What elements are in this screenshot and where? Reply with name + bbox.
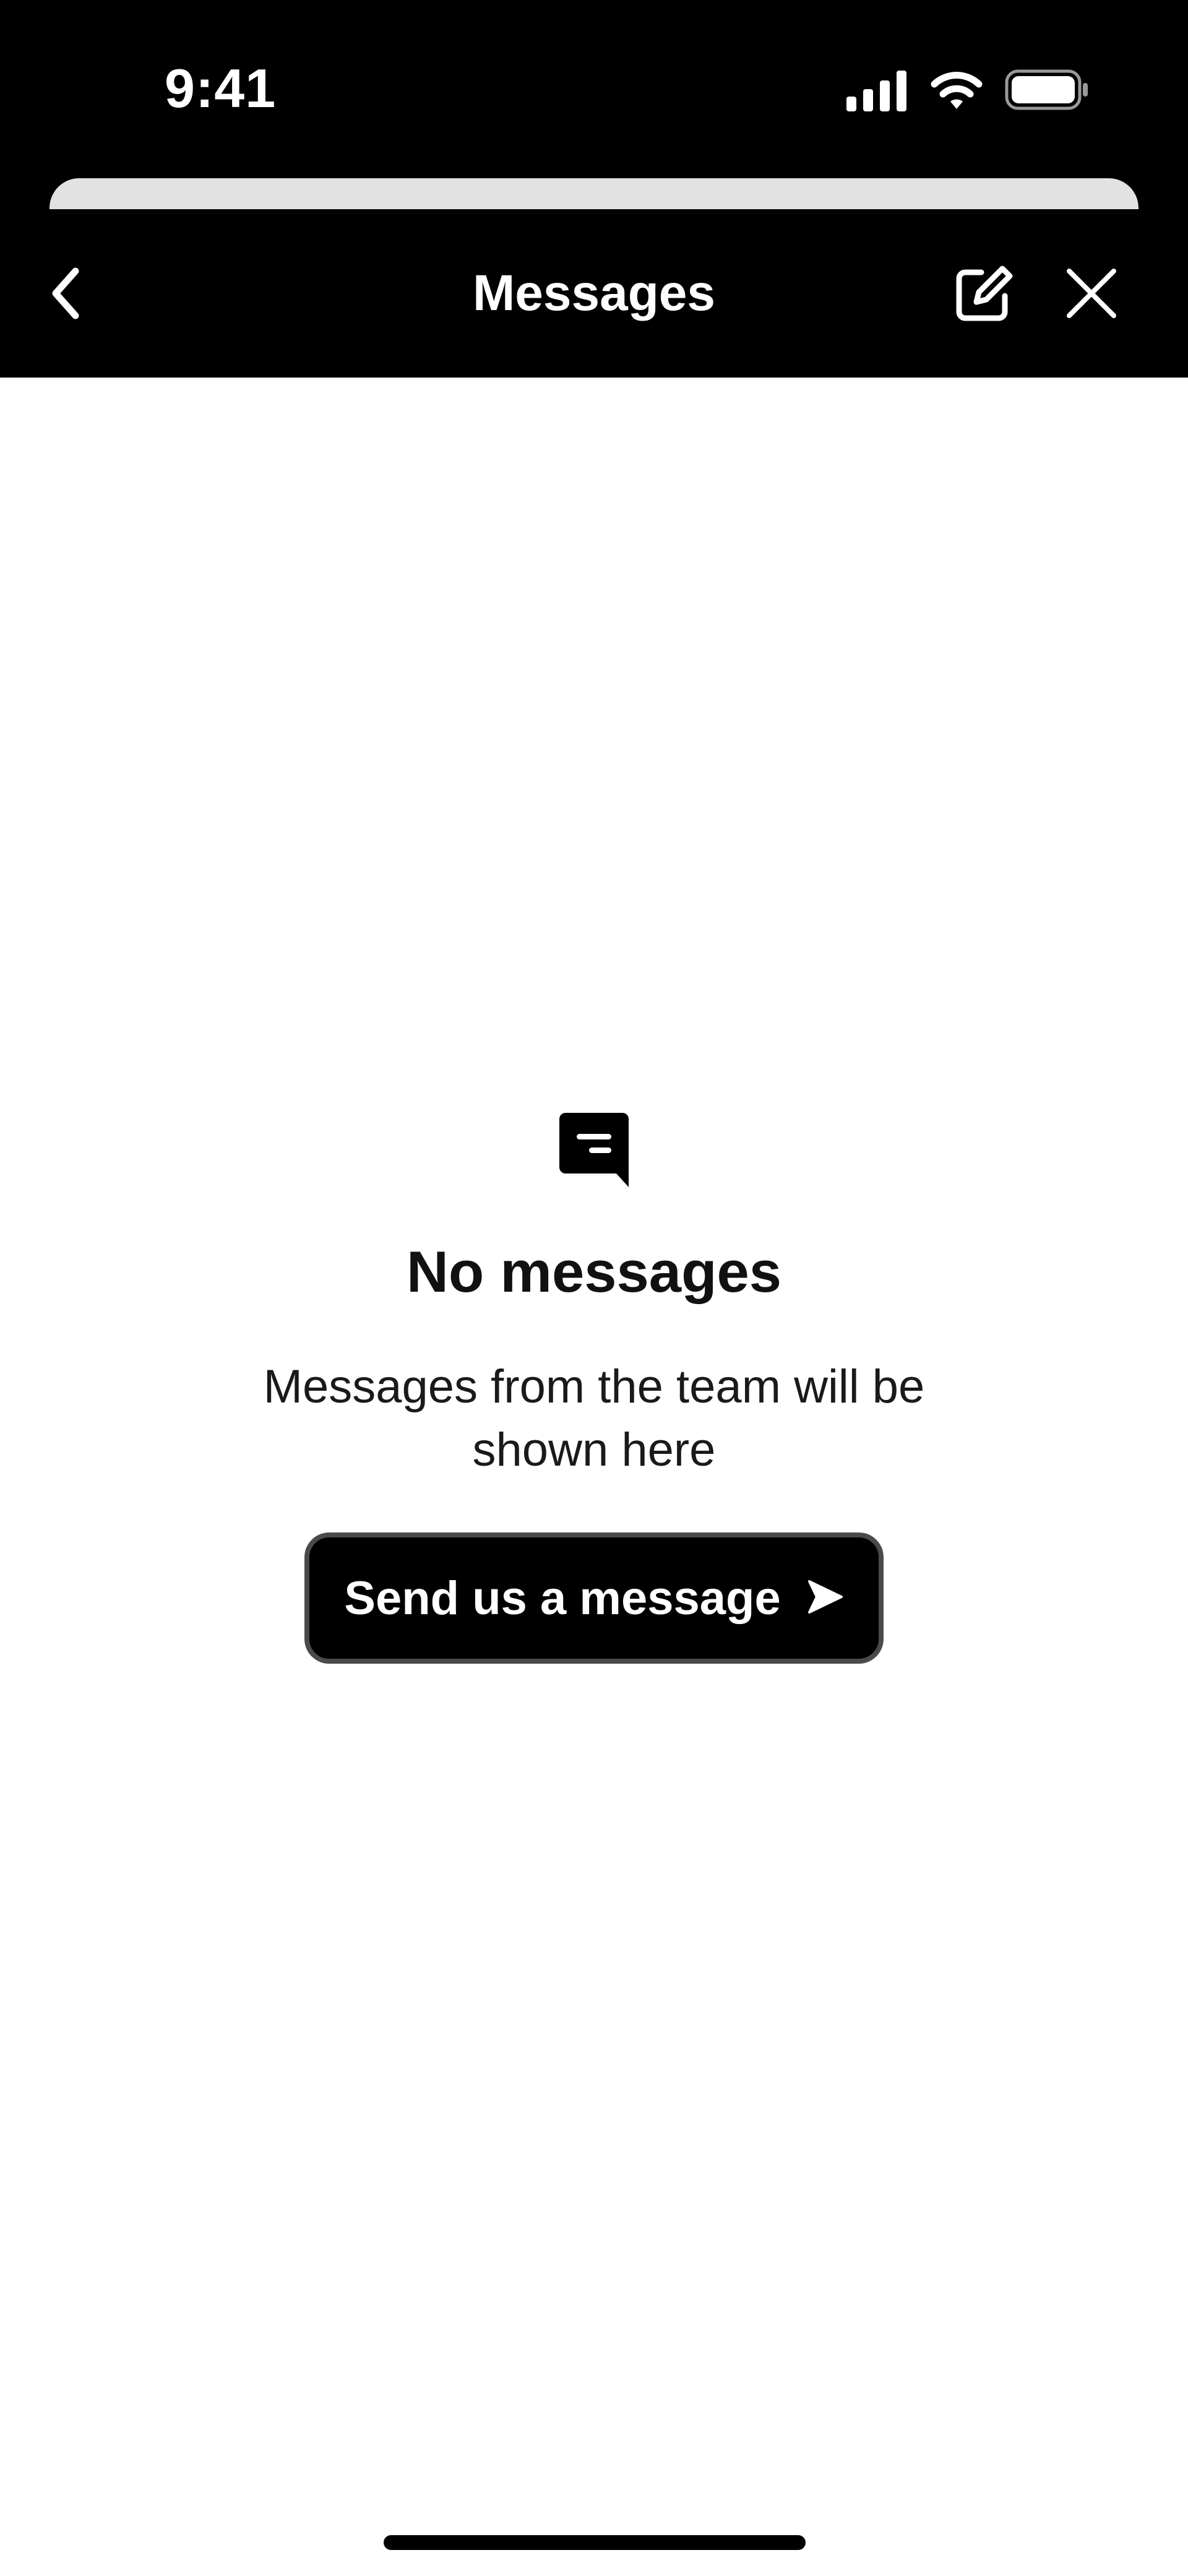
empty-state-subtitle: Messages from the team will be shown her…	[263, 1360, 925, 1476]
nav-bar: Messages	[0, 209, 1188, 378]
empty-state-title: No messages	[406, 1239, 782, 1304]
close-button[interactable]	[1054, 257, 1129, 332]
messages-screen: 9:41 Messages No messages Messages from …	[0, 0, 1188, 2576]
close-icon	[1062, 264, 1121, 326]
send-arrow-icon	[806, 1578, 844, 1619]
status-time: 9:41	[165, 58, 277, 119]
home-indicator[interactable]	[384, 2535, 806, 2550]
compose-icon	[952, 261, 1016, 329]
message-bubble-icon	[551, 1108, 637, 1195]
content-area: No messages Messages from the team will …	[0, 378, 1188, 2576]
status-bar: 9:41	[0, 0, 1188, 176]
compose-button[interactable]	[947, 257, 1021, 332]
status-icons	[846, 62, 1089, 118]
empty-state: No messages Messages from the team will …	[0, 1108, 1188, 1664]
wifi-icon	[928, 68, 985, 111]
battery-icon	[1005, 69, 1089, 110]
chevron-left-icon	[42, 262, 92, 327]
send-message-label: Send us a message	[344, 1571, 781, 1625]
send-message-button[interactable]: Send us a message	[304, 1532, 884, 1664]
cellular-signal-icon	[846, 68, 908, 111]
back-button[interactable]	[30, 257, 104, 332]
